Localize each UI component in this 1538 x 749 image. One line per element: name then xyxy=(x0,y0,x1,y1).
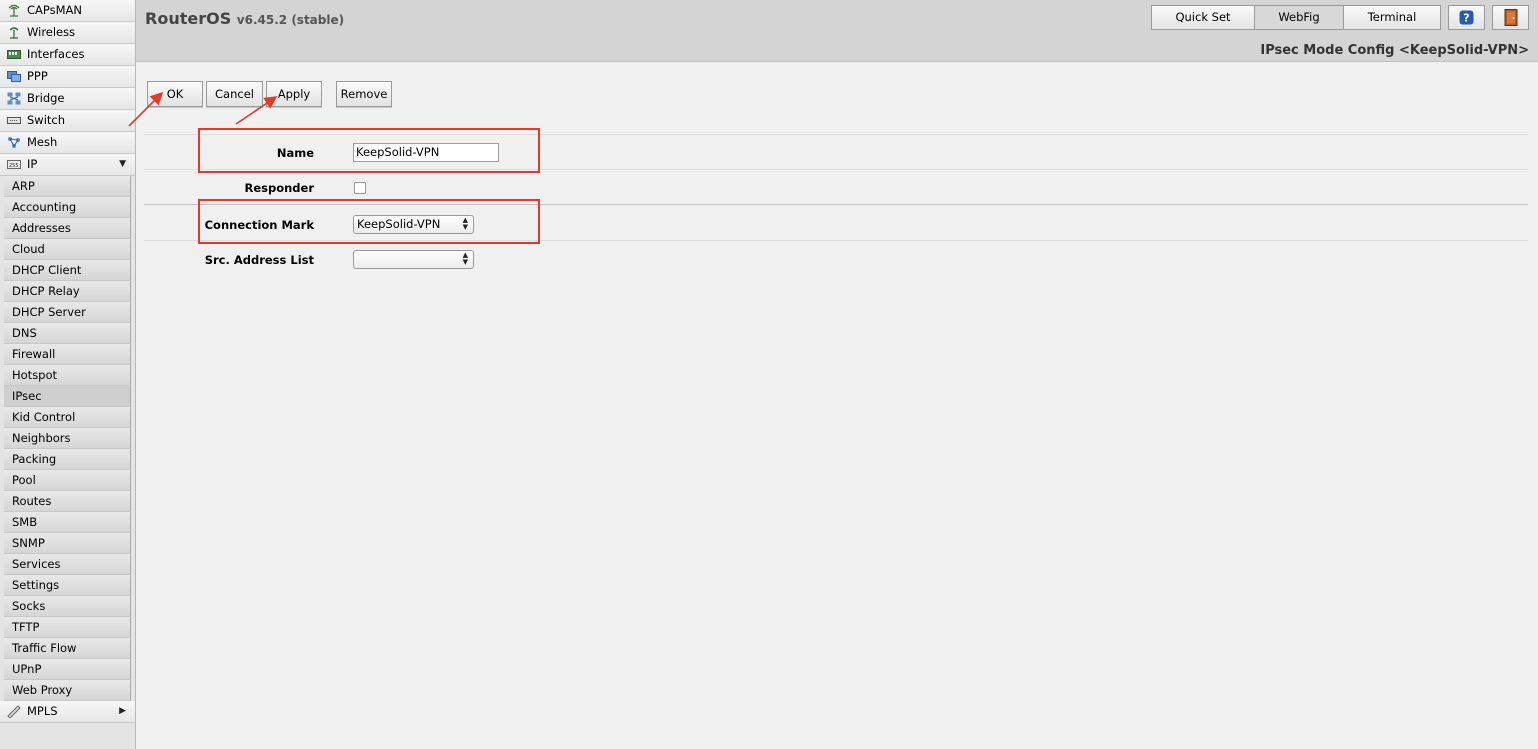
svg-text:?: ? xyxy=(1463,12,1469,25)
sidebar-subitem-hotspot[interactable]: Hotspot xyxy=(4,365,131,386)
sidebar-item-label: Wireless xyxy=(27,25,76,39)
sidebar-item-mpls[interactable]: MPLS ▶ xyxy=(0,701,135,723)
responder-label: Responder xyxy=(244,181,314,195)
sidebar-subitem-dhcp-client[interactable]: DHCP Client xyxy=(4,260,131,281)
responder-checkbox[interactable] xyxy=(354,182,366,194)
annotation-box-name xyxy=(198,128,540,173)
terminal-button[interactable]: Terminal xyxy=(1343,5,1441,30)
sidebar-item-label: Interfaces xyxy=(27,47,85,61)
webfig-button[interactable]: WebFig xyxy=(1254,5,1344,30)
capsman-icon xyxy=(8,4,20,17)
sidebar-item-switch[interactable]: Switch xyxy=(0,110,135,132)
src-address-list-label: Src. Address List xyxy=(204,253,314,267)
logout-button[interactable] xyxy=(1492,5,1529,30)
sidebar-subitem-accounting[interactable]: Accounting xyxy=(4,197,131,218)
sidebar-subitem-firewall[interactable]: Firewall xyxy=(4,344,131,365)
sidebar-subitem-routes[interactable]: Routes xyxy=(4,491,131,512)
svg-text:255: 255 xyxy=(9,163,19,169)
sidebar-item-label: Bridge xyxy=(27,91,65,105)
sidebar-subitem-arp[interactable]: ARP xyxy=(4,176,131,197)
ok-button[interactable]: OK xyxy=(147,81,203,107)
mpls-icon xyxy=(7,705,21,718)
sidebar-subitem-pool[interactable]: Pool xyxy=(4,470,131,491)
apply-button[interactable]: Apply xyxy=(266,81,322,107)
sidebar-subitem-ipsec[interactable]: IPsec xyxy=(4,386,131,407)
sidebar-item-label: IP xyxy=(27,157,38,171)
sidebar-subitem-neighbors[interactable]: Neighbors xyxy=(4,428,131,449)
sidebar-item-bridge[interactable]: Bridge xyxy=(0,88,135,110)
select-arrows-icon: ▲ ▼ xyxy=(462,251,468,266)
switch-icon xyxy=(7,117,21,124)
sidebar: CAPsMAN Wireless Interfaces PPP Bridge S… xyxy=(0,0,136,749)
remove-button[interactable]: Remove xyxy=(336,81,392,107)
sidebar-subitem-socks[interactable]: Socks xyxy=(4,596,131,617)
sidebar-item-ppp[interactable]: PPP xyxy=(0,66,135,88)
sidebar-subitem-tftp[interactable]: TFTP xyxy=(4,617,131,638)
sidebar-item-ip[interactable]: 255 IP ▼ xyxy=(0,154,135,176)
sidebar-subitem-snmp[interactable]: SNMP xyxy=(4,533,131,554)
sidebar-subitem-addresses[interactable]: Addresses xyxy=(4,218,131,239)
sidebar-subitem-kid-control[interactable]: Kid Control xyxy=(4,407,131,428)
cancel-button[interactable]: Cancel xyxy=(206,81,263,107)
sidebar-item-mesh[interactable]: Mesh xyxy=(0,132,135,154)
page-title: IPsec Mode Config <KeepSolid-VPN> xyxy=(1260,43,1529,58)
sidebar-subitem-dhcp-relay[interactable]: DHCP Relay xyxy=(4,281,131,302)
wireless-icon xyxy=(9,27,19,39)
sidebar-item-label: PPP xyxy=(27,69,48,83)
interfaces-icon xyxy=(7,50,21,59)
ppp-icon xyxy=(7,71,21,82)
ip-icon: 255 xyxy=(7,160,21,169)
help-icon: ? xyxy=(1459,10,1474,25)
sidebar-subitem-packing[interactable]: Packing xyxy=(4,449,131,470)
src-address-list-select[interactable]: ▲ ▼ xyxy=(353,250,474,269)
chevron-right-icon: ▶ xyxy=(119,706,126,716)
app-name: RouterOS xyxy=(145,9,232,28)
sidebar-item-label: Switch xyxy=(27,113,66,127)
sidebar-subitem-cloud[interactable]: Cloud xyxy=(4,239,131,260)
sidebar-item-wireless[interactable]: Wireless xyxy=(0,22,135,44)
sidebar-subitem-settings[interactable]: Settings xyxy=(4,575,131,596)
quick-set-button[interactable]: Quick Set xyxy=(1151,5,1255,30)
sidebar-subitem-traffic-flow[interactable]: Traffic Flow xyxy=(4,638,131,659)
sidebar-subitem-smb[interactable]: SMB xyxy=(4,512,131,533)
help-button[interactable]: ? xyxy=(1448,5,1485,30)
sidebar-subitem-services[interactable]: Services xyxy=(4,554,131,575)
top-nav: Quick Set WebFig Terminal ? xyxy=(1151,5,1529,30)
mesh-icon xyxy=(8,137,20,148)
sidebar-subitem-web-proxy[interactable]: Web Proxy xyxy=(4,680,131,701)
sidebar-subitem-dhcp-server[interactable]: DHCP Server xyxy=(4,302,131,323)
chevron-down-icon: ▼ xyxy=(119,159,126,169)
sidebar-subitem-dns[interactable]: DNS xyxy=(4,323,131,344)
sidebar-item-label: Mesh xyxy=(27,135,58,149)
sidebar-item-label: CAPsMAN xyxy=(27,3,83,17)
main-content: OK Cancel Apply Remove Name KeepSolid-VP… xyxy=(136,62,1538,749)
ip-submenu: ARP Accounting Addresses Cloud DHCP Clie… xyxy=(0,176,135,701)
sidebar-item-label: MPLS xyxy=(27,704,58,718)
sidebar-item-capsman[interactable]: CAPsMAN xyxy=(0,0,135,22)
app-title: RouterOS v6.45.2 (stable) xyxy=(145,9,344,28)
header: RouterOS v6.45.2 (stable) Quick Set WebF… xyxy=(136,0,1538,62)
app-version: v6.45.2 (stable) xyxy=(236,13,345,27)
sidebar-item-interfaces[interactable]: Interfaces xyxy=(0,44,135,66)
annotation-box-connection-mark xyxy=(198,199,540,244)
sidebar-subitem-upnp[interactable]: UPnP xyxy=(4,659,131,680)
logout-door-icon xyxy=(1504,9,1517,26)
bridge-icon xyxy=(7,92,21,105)
